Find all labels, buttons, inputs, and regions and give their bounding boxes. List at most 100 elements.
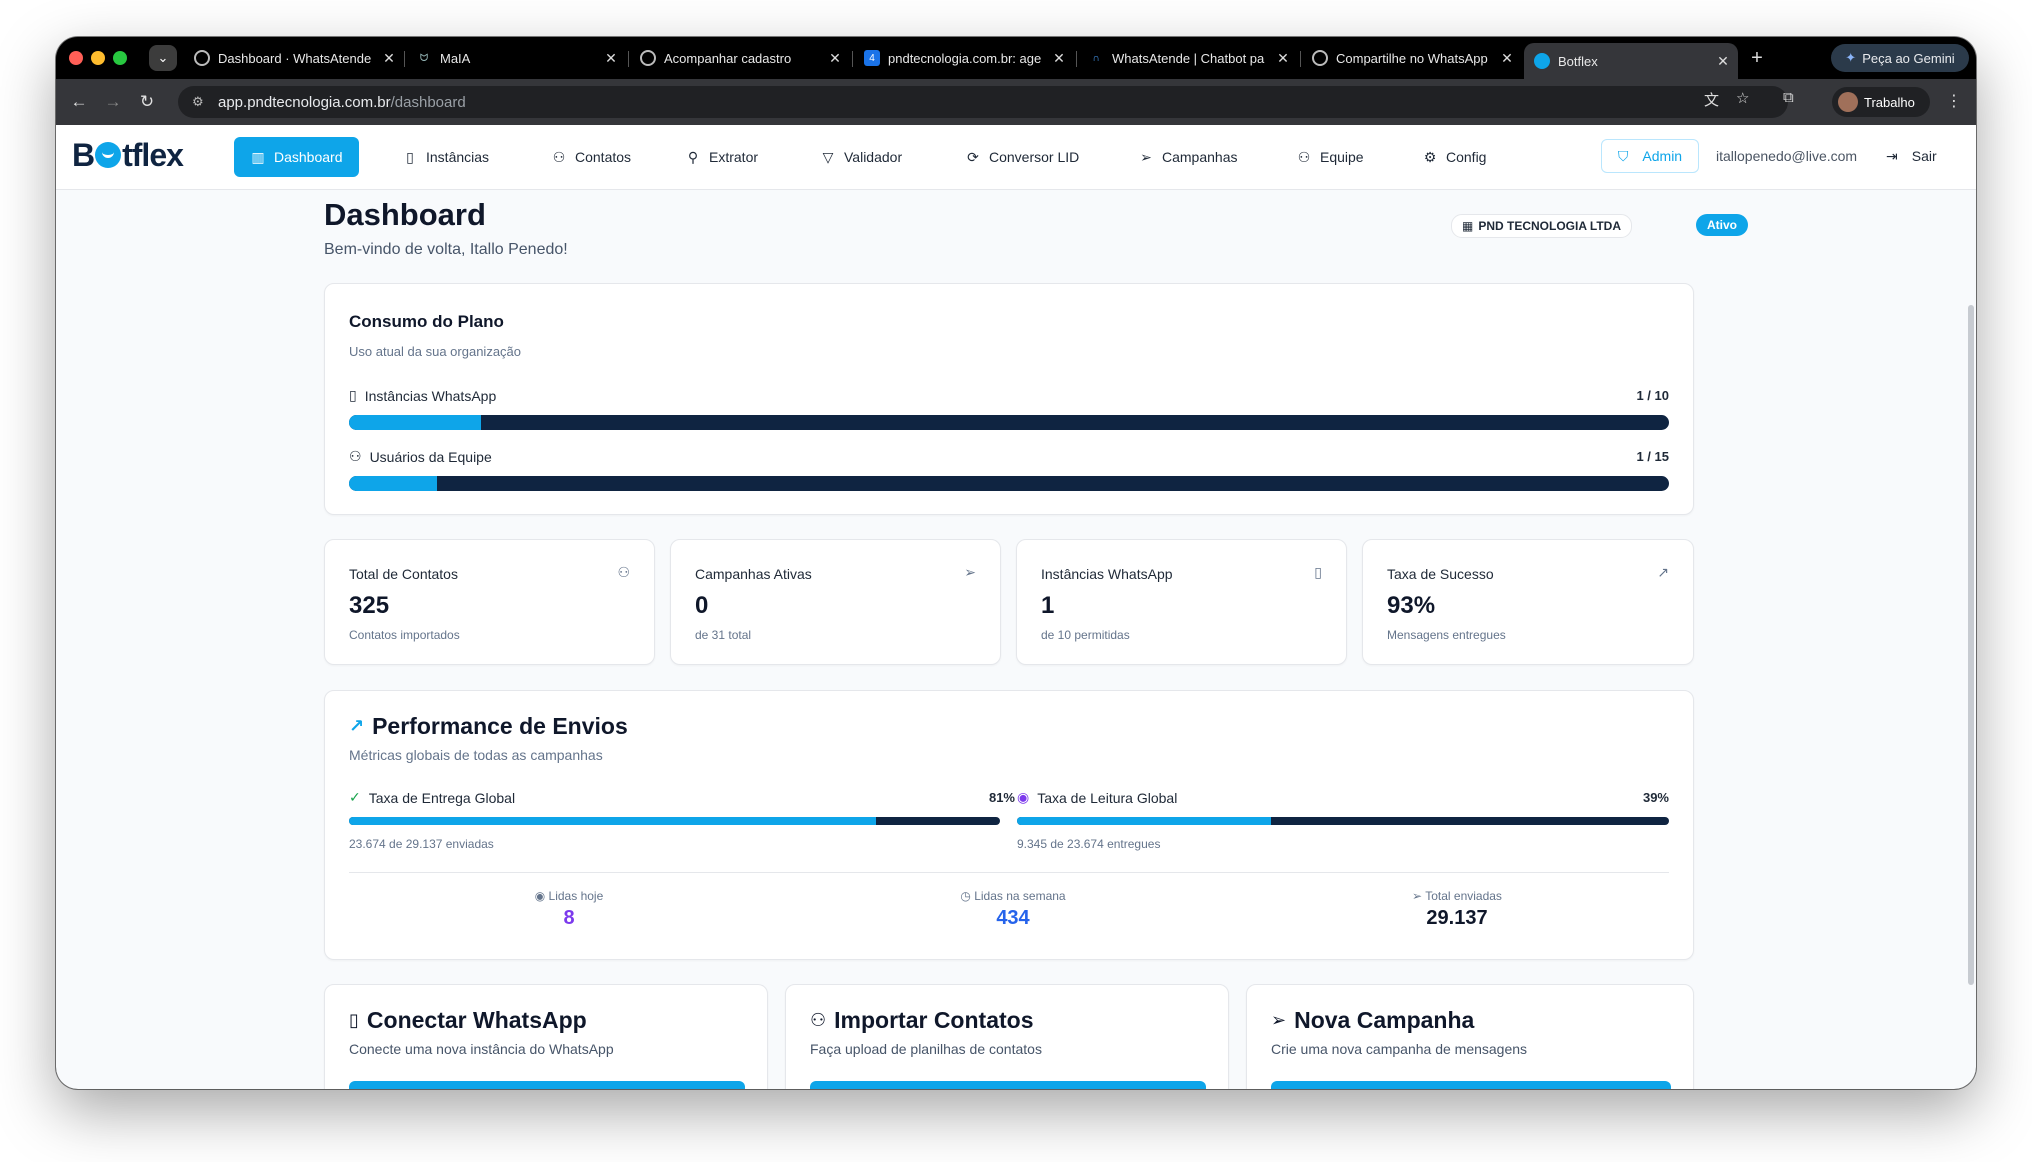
reload-icon[interactable]: ↻ [136, 91, 158, 113]
new-campaign-button[interactable] [1271, 1081, 1671, 1089]
logo-text-right: tflex [122, 137, 184, 173]
address-bar[interactable]: ⚙ app.pndtecnologia.com.br/dashboard [178, 86, 1788, 118]
nav-dashboard[interactable]: ▥ Dashboard [234, 137, 359, 177]
action-subtitle: Faça upload de planilhas de contatos [810, 1041, 1042, 1057]
nav-label: Campanhas [1162, 149, 1238, 165]
kpi-read-today: ◉ Lidas hoje 8 [419, 889, 719, 930]
plan-row-instances: ▯ Instâncias WhatsApp [349, 387, 496, 404]
back-arrow-icon[interactable]: ← [68, 91, 90, 113]
tab-search-button[interactable]: ⌄ [149, 45, 177, 71]
page-scrollbar[interactable] [1968, 305, 1974, 985]
tab-separator [852, 51, 853, 67]
site-favicon-icon: 4 [864, 50, 880, 66]
stat-label: Total de Contatos [349, 566, 458, 582]
nav-config[interactable]: ⚙ Config [1406, 137, 1502, 177]
close-window-button[interactable] [69, 51, 83, 65]
bookmark-star-icon[interactable]: ☆ [1736, 89, 1749, 107]
close-tab-icon[interactable]: ✕ [1498, 50, 1516, 67]
trending-up-icon: ↗ [1657, 564, 1669, 580]
org-name: PND TECNOLOGIA LTDA [1478, 219, 1622, 233]
forward-arrow-icon[interactable]: → [102, 91, 124, 113]
action-title: ➢ Nova Campanha [1271, 1007, 1474, 1034]
nav-validador[interactable]: ▽ Validador [804, 137, 918, 177]
nav-extrator[interactable]: ⚲ Extrator [669, 137, 774, 177]
tab-title: MaIA [440, 50, 471, 66]
performance-subtitle: Métricas globais de todas as campanhas [349, 747, 603, 763]
nav-equipe[interactable]: ⚇ Equipe [1280, 137, 1380, 177]
double-check-icon: ✓ [349, 789, 361, 805]
profile-label: Trabalho [1864, 94, 1915, 110]
nav-label: Contatos [575, 149, 632, 165]
browser-tab[interactable]: Acompanhar cadastro ✕ [630, 43, 850, 73]
new-tab-button[interactable]: + [1744, 45, 1770, 71]
page-title: Dashboard [324, 197, 486, 232]
shield-icon: ⛉ [1617, 147, 1629, 164]
gemini-button[interactable]: ✦ Peça ao Gemini [1831, 44, 1969, 72]
maximize-window-button[interactable] [113, 51, 127, 65]
kpi-label: ◷ Lidas na semana [863, 889, 1163, 903]
action-title-text: Importar Contatos [834, 1007, 1034, 1033]
more-menu-icon[interactable]: ⋮ [1946, 91, 1962, 111]
browser-tab-active[interactable]: Botflex ✕ [1524, 43, 1738, 79]
delivery-detail: 23.674 de 29.137 enviadas [349, 837, 494, 851]
stat-value: 325 [349, 592, 390, 619]
team-icon: ⚇ [1297, 148, 1311, 165]
browser-tab[interactable]: Dashboard · WhatsAtende ✕ [184, 43, 404, 73]
progress-fill [349, 817, 877, 825]
botflex-logo[interactable]: Btflex [72, 137, 184, 174]
eye-icon: ◉ [534, 889, 549, 903]
status-badge: Ativo [1696, 214, 1748, 236]
browser-tab[interactable]: 4 pndtecnologia.com.br: age ✕ [854, 43, 1074, 73]
close-tab-icon[interactable]: ✕ [1714, 53, 1732, 70]
close-tab-icon[interactable]: ✕ [826, 50, 844, 67]
action-subtitle: Crie uma nova campanha de mensagens [1271, 1041, 1528, 1057]
stat-card-success-rate: Taxa de Sucesso ↗ 93% Mensagens entregue… [1362, 539, 1694, 665]
logout-icon: ⇥ [1886, 148, 1898, 164]
close-tab-icon[interactable]: ✕ [1274, 50, 1292, 67]
browser-tab[interactable]: Compartilhe no WhatsApp ✕ [1302, 43, 1522, 73]
kpi-value: 29.137 [1426, 907, 1488, 929]
smartphone-icon: ▯ [1314, 564, 1322, 580]
kpi-label-text: Total enviadas [1425, 889, 1502, 903]
close-tab-icon[interactable]: ✕ [380, 50, 398, 67]
browser-window: ⌄ Dashboard · WhatsAtende ✕ ᗢ MaIA ✕ Aco… [56, 37, 1976, 1089]
tab-strip: ⌄ Dashboard · WhatsAtende ✕ ᗢ MaIA ✕ Aco… [56, 37, 1976, 79]
page-viewport: Btflex ▥ Dashboard ▯ Instâncias ⚇ Contat… [56, 125, 1976, 1089]
connect-whatsapp-button[interactable] [349, 1081, 745, 1089]
minimize-window-button[interactable] [91, 51, 105, 65]
nav-label: Validador [844, 149, 903, 165]
nav-contatos[interactable]: ⚇ Contatos [535, 137, 647, 177]
site-info-icon[interactable]: ⚙ [192, 94, 210, 110]
users-icon: ⚇ [810, 1010, 827, 1030]
browser-tab[interactable]: ᗢ MaIA ✕ [406, 43, 626, 73]
kpi-read-week: ◷ Lidas na semana 434 [863, 889, 1163, 930]
action-card-connect-whatsapp: ▯ Conectar WhatsApp Conecte uma nova ins… [324, 984, 768, 1089]
nav-instancias[interactable]: ▯ Instâncias [386, 137, 505, 177]
nav-conversor-lid[interactable]: ⟳ Conversor LID [949, 137, 1095, 177]
browser-tab[interactable]: ∩ WhatsAtende | Chatbot pa ✕ [1078, 43, 1298, 73]
plan-title: Consumo do Plano [349, 312, 504, 331]
app-navbar: Btflex ▥ Dashboard ▯ Instâncias ⚇ Contat… [56, 125, 1976, 190]
close-tab-icon[interactable]: ✕ [1050, 50, 1068, 67]
smartphone-icon: ▯ [349, 387, 357, 403]
extensions-icon[interactable]: ⧉ [1783, 89, 1794, 106]
action-title-text: Nova Campanha [1294, 1007, 1475, 1033]
tab-separator [1300, 51, 1301, 67]
tab-title: Botflex [1558, 53, 1598, 69]
nav-label: Extrator [709, 149, 759, 165]
stat-value: 1 [1041, 592, 1055, 619]
profile-button[interactable]: Trabalho [1832, 87, 1930, 117]
translate-icon[interactable]: 文 [1704, 89, 1719, 110]
logout-button[interactable]: ⇥ Sair [1886, 148, 1937, 165]
import-contacts-button[interactable] [810, 1081, 1206, 1089]
close-tab-icon[interactable]: ✕ [602, 50, 620, 67]
headset-icon: ∩ [1092, 52, 1100, 64]
action-card-import-contacts: ⚇ Importar Contatos Faça upload de plani… [785, 984, 1229, 1089]
admin-button[interactable]: ⛉ Admin [1601, 139, 1699, 173]
bar-chart-icon: ▥ [251, 148, 265, 165]
trending-up-icon: ↗ [349, 716, 365, 736]
user-email: itallopenedo@live.com [1716, 148, 1858, 164]
logo-text-left: B [72, 137, 95, 173]
nav-campanhas[interactable]: ➢ Campanhas [1122, 137, 1254, 177]
stat-sub: Contatos importados [349, 628, 460, 642]
